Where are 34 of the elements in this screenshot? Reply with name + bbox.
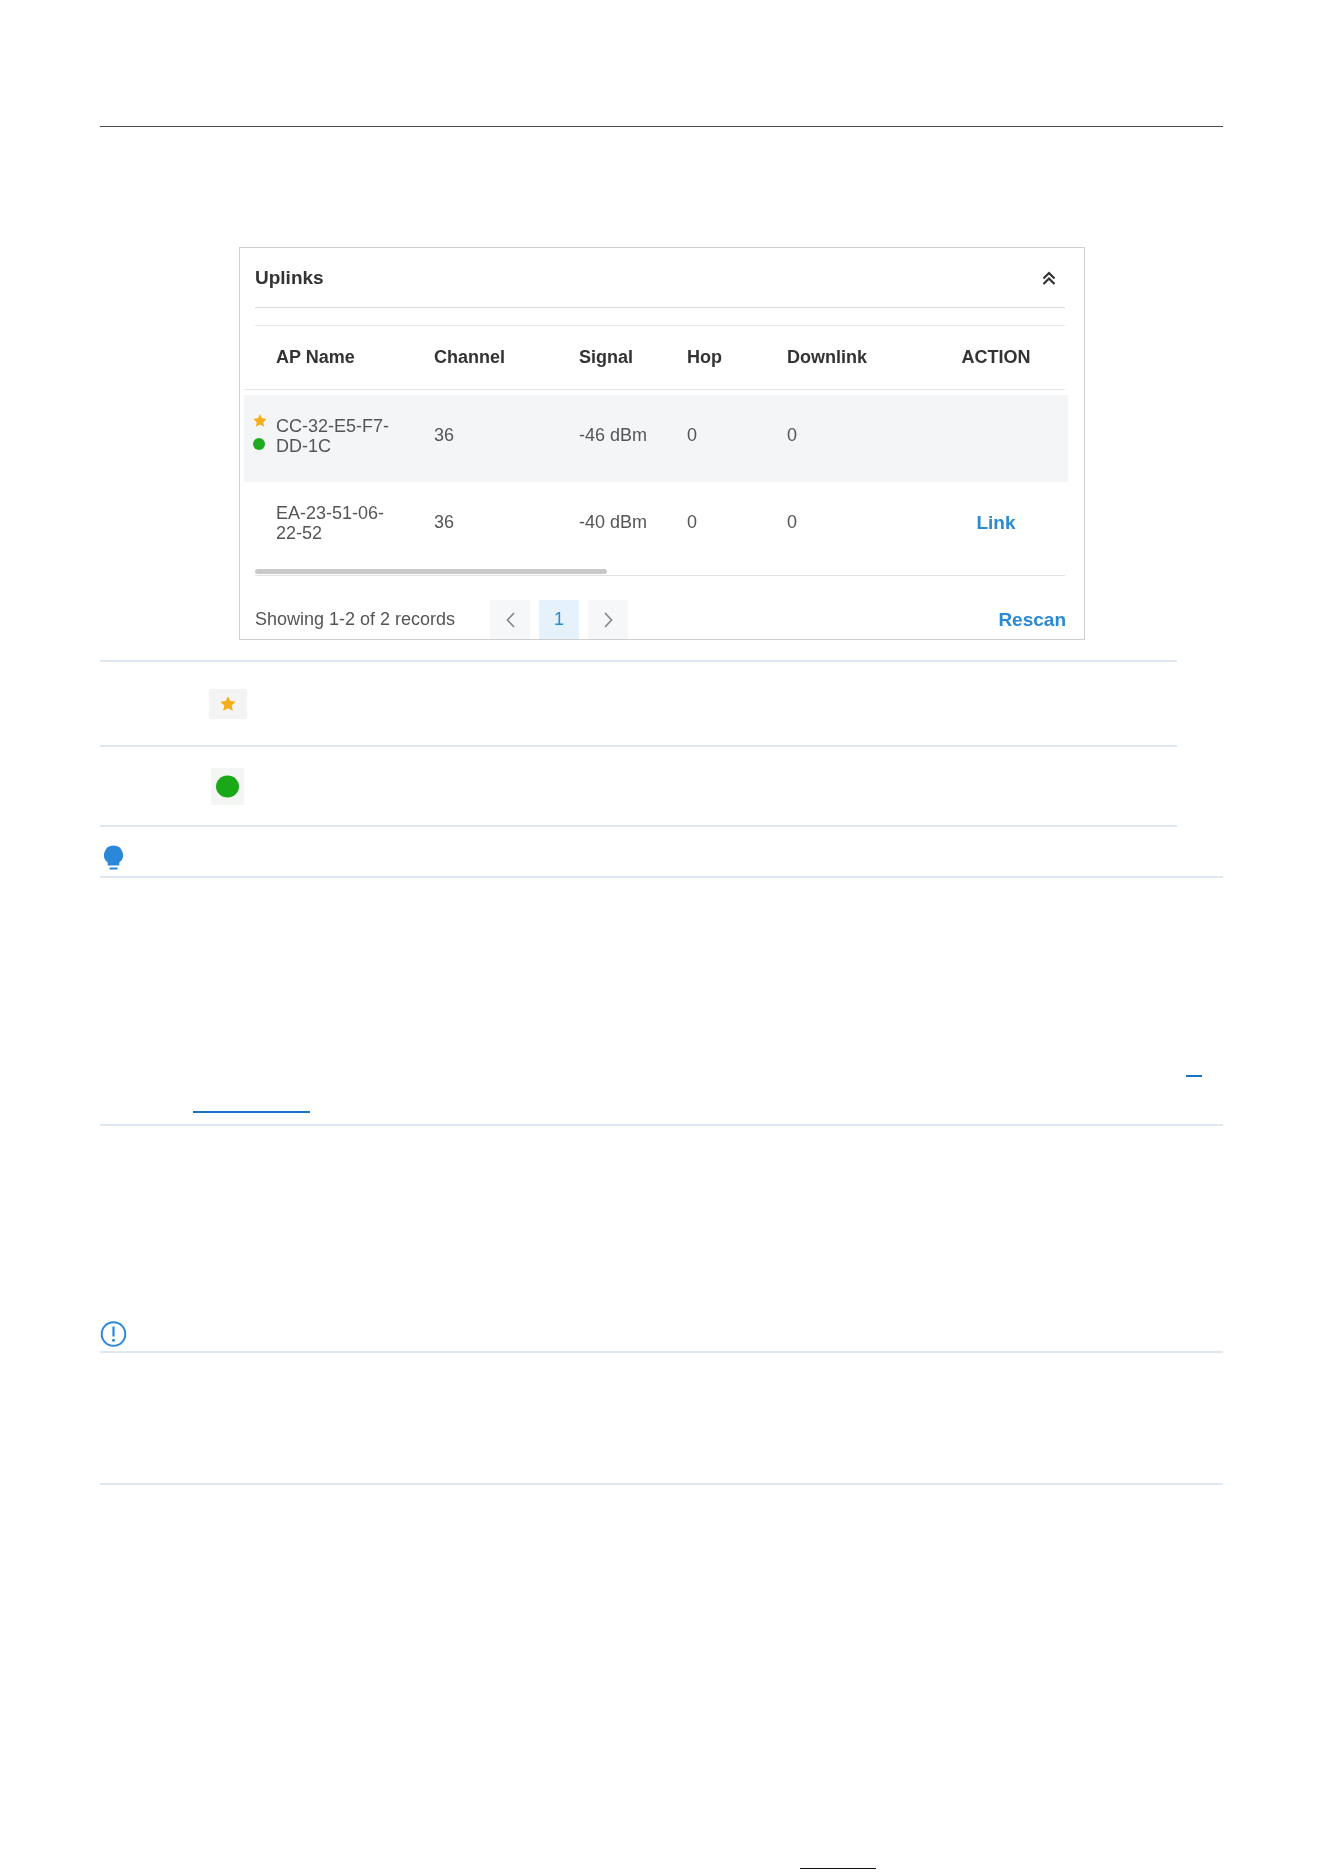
- record-count: Showing 1-2 of 2 records: [255, 608, 456, 631]
- column-header: ACTION: [961, 347, 1031, 368]
- collapse-icon[interactable]: [1042, 270, 1056, 285]
- table-cell: 0: [687, 512, 697, 533]
- link-button[interactable]: Link: [976, 511, 1016, 534]
- column-header: Signal: [579, 347, 633, 368]
- scrollbar-track[interactable]: [255, 569, 1065, 576]
- table-cell: -46 dBm: [579, 425, 648, 446]
- lightbulb-icon: [103, 845, 124, 870]
- table-cell: 0: [787, 512, 797, 533]
- table-row[interactable]: CC-32-E5-F7-DD-1C 36 -46 dBm 0 0: [244, 395, 1068, 482]
- panel-title: Uplinks: [255, 266, 324, 289]
- column-header: Channel: [434, 347, 505, 368]
- scrollbar-thumb[interactable]: [255, 569, 607, 574]
- prev-page-button[interactable]: [490, 600, 531, 639]
- chevron-right-icon: [603, 611, 613, 628]
- column-header: Hop: [687, 347, 722, 368]
- exclamation-circle-icon: [100, 1321, 127, 1347]
- ap-name: EA-23-51-06-22-52: [276, 502, 386, 543]
- table-cell: 0: [787, 425, 797, 446]
- table-cell: 0: [687, 425, 697, 446]
- table-row[interactable]: EA-23-51-06-22-52 36 -40 dBm 0 0 Link: [244, 482, 1068, 569]
- link-underline[interactable]: [1186, 1075, 1202, 1077]
- ap-name: CC-32-E5-F7-DD-1C: [276, 415, 391, 456]
- next-page-button[interactable]: [588, 600, 629, 639]
- page-button[interactable]: 1: [539, 600, 580, 639]
- link-underline[interactable]: [193, 1111, 310, 1113]
- table-cell: -40 dBm: [579, 512, 648, 533]
- rescan-button[interactable]: Rescan: [998, 600, 1066, 639]
- table-cell: 36: [434, 512, 455, 533]
- column-header: Downlink: [787, 347, 867, 368]
- table-cell: 36: [434, 425, 455, 446]
- chevron-left-icon: [505, 611, 515, 628]
- column-header: AP Name: [276, 347, 355, 368]
